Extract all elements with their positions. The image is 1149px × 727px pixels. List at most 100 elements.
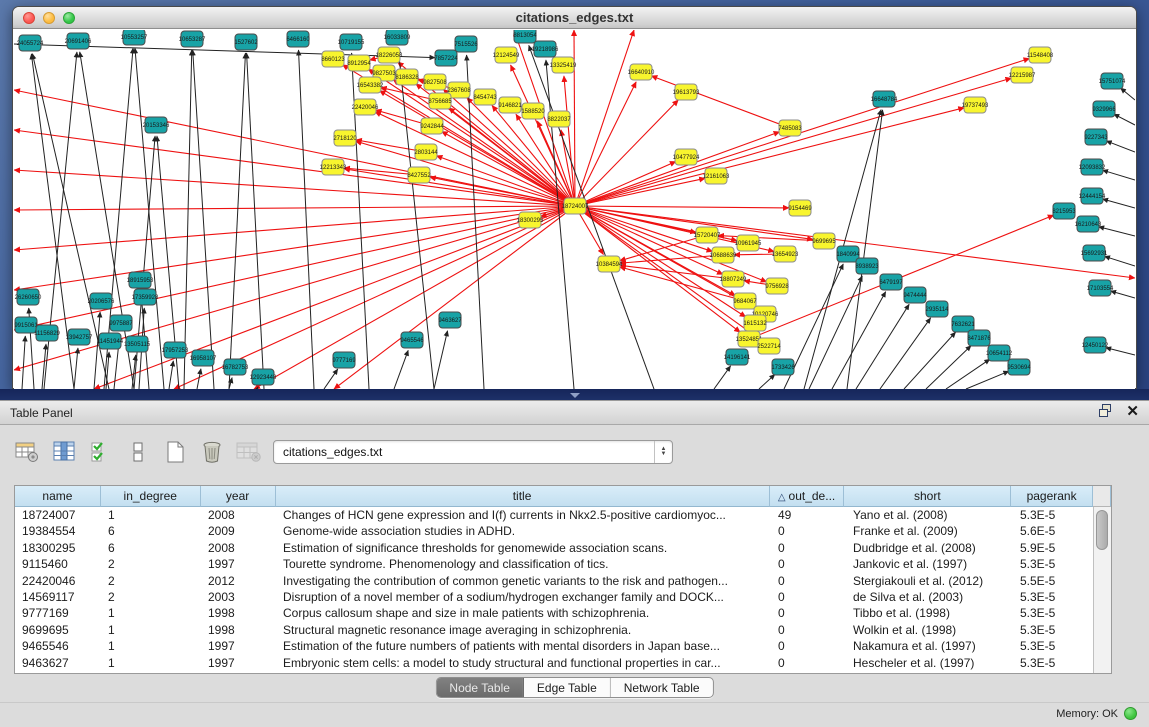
cell-short[interactable]: Yano et al. (2008) [846, 507, 1013, 523]
graph-node[interactable]: 8454743 [473, 89, 497, 105]
cell-title[interactable]: Changes of HCN gene expression and I(f) … [276, 507, 771, 523]
cell-name[interactable]: 9463627 [15, 655, 101, 671]
graph-node[interactable]: 9463627 [438, 312, 462, 328]
tab-edge-table[interactable]: Edge Table [524, 678, 611, 697]
citation-network-graph[interactable]: 1872400786601238912954182260589827503165… [14, 30, 1135, 389]
cell-pagerank[interactable]: 5.3E-5 [1013, 589, 1095, 605]
cell-in_degree[interactable]: 1 [101, 507, 201, 523]
graph-node[interactable]: 16543382 [357, 77, 384, 93]
graph-node[interactable]: 12213343 [320, 159, 347, 175]
cell-name[interactable]: 19384554 [15, 523, 101, 539]
cell-pagerank[interactable]: 5.3E-5 [1013, 622, 1095, 638]
graph-node[interactable]: 15692931 [1081, 245, 1108, 261]
cell-out_degree[interactable]: 0 [771, 638, 846, 654]
cell-pagerank[interactable]: 5.3E-5 [1013, 638, 1095, 654]
reference-edge[interactable] [714, 366, 731, 389]
graph-node[interactable]: 12444154 [1079, 188, 1106, 204]
cell-title[interactable]: Estimation of the future numbers of pati… [276, 638, 771, 654]
graph-node[interactable]: 8660123 [321, 51, 345, 67]
table-row[interactable]: 946362711997Embryonic stem cells: a mode… [15, 655, 1111, 671]
merge-cells-button[interactable] [123, 438, 153, 466]
cell-short[interactable]: Tibbo et al. (1998) [846, 605, 1013, 621]
reference-edge[interactable] [324, 369, 338, 389]
graph-node[interactable]: 8186328 [395, 69, 419, 85]
graph-node[interactable]: 12093832 [1079, 159, 1106, 175]
divider-handle[interactable] [570, 393, 580, 398]
graph-node[interactable]: 16640910 [628, 64, 655, 80]
citation-edge[interactable] [574, 30, 575, 206]
cell-title[interactable]: Investigating the contribution of common… [276, 573, 771, 589]
select-all-rows-button[interactable] [86, 438, 116, 466]
graph-node[interactable]: 26260650 [15, 289, 42, 305]
cell-in_degree[interactable]: 1 [101, 638, 201, 654]
cell-year[interactable]: 1997 [201, 655, 276, 671]
reference-edge[interactable] [1103, 199, 1135, 208]
reference-edge[interactable] [42, 344, 46, 389]
vertical-scrollbar[interactable] [1093, 507, 1111, 673]
graph-node[interactable]: 2935114 [926, 301, 950, 317]
citation-edge[interactable] [14, 206, 575, 250]
reference-edge[interactable] [197, 369, 201, 389]
graph-node[interactable]: 17359928 [132, 289, 159, 305]
cell-year[interactable]: 2008 [201, 507, 276, 523]
reference-edge[interactable] [904, 332, 956, 389]
cell-short[interactable]: Dudbridge et al. (2008) [846, 540, 1013, 556]
graph-node[interactable]: 9465546 [400, 332, 424, 348]
cell-in_degree[interactable]: 6 [101, 540, 201, 556]
reference-edge[interactable] [299, 50, 314, 389]
cell-out_degree[interactable]: 0 [771, 622, 846, 638]
network-canvas[interactable]: 1872400786601238912954182260589827503165… [14, 30, 1135, 389]
new-table-button[interactable] [160, 438, 190, 466]
cell-year[interactable]: 2009 [201, 523, 276, 539]
graph-node[interactable]: 9699695 [812, 233, 836, 249]
reference-edge[interactable] [856, 304, 909, 389]
reference-edge[interactable] [394, 350, 408, 389]
graph-node[interactable]: 18807249 [720, 271, 747, 287]
reference-edge[interactable] [434, 331, 448, 389]
cell-in_degree[interactable]: 1 [101, 605, 201, 621]
cell-year[interactable]: 2012 [201, 573, 276, 589]
reference-edge[interactable] [74, 348, 78, 389]
graph-node[interactable]: 7485083 [778, 120, 802, 136]
reference-edge[interactable] [529, 45, 654, 389]
table-row[interactable]: 1830029562008Estimation of significance … [15, 540, 1111, 556]
column-header-out_degree[interactable]: △out_de... [770, 486, 845, 507]
graph-node[interactable]: 6466160 [286, 31, 310, 47]
tab-network-table[interactable]: Network Table [611, 678, 713, 697]
graph-node[interactable]: 9329966 [1092, 101, 1116, 117]
cell-short[interactable]: Hescheler et al. (1997) [846, 655, 1013, 671]
column-header-in_degree[interactable]: in_degree [101, 486, 201, 507]
cell-out_degree[interactable]: 0 [771, 573, 846, 589]
reference-edge[interactable] [1106, 348, 1135, 355]
graph-node[interactable]: 17957253 [162, 342, 189, 358]
cell-out_degree[interactable]: 0 [771, 523, 846, 539]
reference-edge[interactable] [229, 53, 245, 389]
cell-out_degree[interactable]: 0 [771, 540, 846, 556]
reference-edge[interactable] [832, 292, 886, 389]
graph-node[interactable]: 16958107 [190, 350, 217, 366]
graph-node[interactable]: 10553257 [121, 30, 148, 45]
table-selector-dropdown[interactable]: citations_edges.txt ▲▼ [273, 440, 673, 464]
cell-name[interactable]: 9777169 [15, 605, 101, 621]
table-row[interactable]: 1872400712008Changes of HCN gene express… [15, 507, 1111, 523]
graph-node[interactable]: 8813054 [513, 30, 537, 43]
window-titlebar[interactable]: citations_edges.txt [13, 7, 1136, 29]
graph-node[interactable]: 9975887 [109, 315, 133, 331]
graph-node[interactable]: 13654923 [772, 246, 799, 262]
cell-out_degree[interactable]: 0 [771, 655, 846, 671]
reference-edge[interactable] [1099, 227, 1135, 236]
graph-node[interactable]: 16782753 [222, 359, 249, 375]
graph-node[interactable]: 9530694 [1007, 359, 1031, 375]
cell-year[interactable]: 2008 [201, 540, 276, 556]
graph-node[interactable]: 1588520 [521, 103, 545, 119]
tab-node-table[interactable]: Node Table [436, 678, 524, 697]
graph-node[interactable]: 9756928 [765, 278, 789, 294]
scrollbar-thumb[interactable] [1096, 510, 1108, 550]
graph-node[interactable]: 2522714 [757, 338, 781, 354]
cell-short[interactable]: Wolkin et al. (1998) [846, 622, 1013, 638]
cell-short[interactable]: Stergiakouli et al. (2012) [846, 573, 1013, 589]
cell-in_degree[interactable]: 2 [101, 556, 201, 572]
cell-title[interactable]: Disruption of a novel member of a sodium… [276, 589, 771, 605]
reference-edge[interactable] [926, 346, 971, 389]
close-window-icon[interactable] [23, 12, 35, 24]
